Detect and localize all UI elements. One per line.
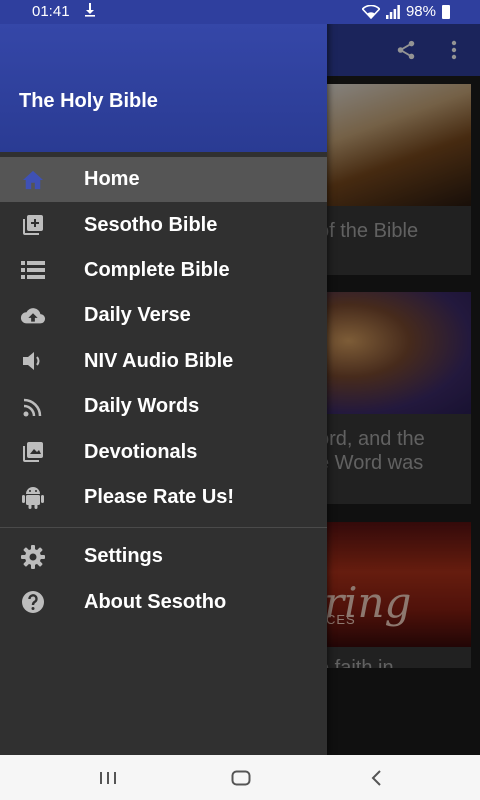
- status-bar: 01:41 98%: [0, 0, 480, 24]
- signal-icon: [385, 4, 400, 19]
- menu-item-daily-words[interactable]: Daily Words: [0, 384, 327, 429]
- library-add-icon: [20, 212, 46, 238]
- navigation-drawer: The Holy Bible Home Sesotho Bible Comple…: [0, 0, 327, 755]
- menu-item-label: Home: [84, 168, 140, 191]
- menu-item-label: NIV Audio Bible: [84, 349, 234, 372]
- recent-apps-icon[interactable]: [93, 767, 123, 789]
- drawer-title: The Holy Bible: [19, 90, 158, 112]
- menu-item-label: Complete Bible: [84, 258, 230, 281]
- menu-item-home[interactable]: Home: [0, 157, 327, 203]
- status-icons: 98%: [361, 3, 450, 20]
- volume-icon: [20, 348, 46, 374]
- system-nav-bar: [0, 755, 480, 800]
- gear-icon: [20, 544, 46, 570]
- menu-item-sesotho-bible[interactable]: Sesotho Bible: [0, 202, 327, 247]
- android-icon: [20, 484, 46, 510]
- menu-item-label: Daily Verse: [84, 304, 191, 327]
- home-icon: [20, 167, 46, 193]
- menu-item-devotionals[interactable]: Devotionals: [0, 429, 327, 474]
- rss-feed-icon: [20, 394, 46, 420]
- menu-item-about[interactable]: About Sesotho: [0, 580, 327, 625]
- menu-divider: [0, 527, 327, 529]
- menu-item-settings[interactable]: Settings: [0, 534, 327, 579]
- cloud-upload-icon: [20, 303, 46, 329]
- menu-item-label: Devotionals: [84, 440, 198, 463]
- menu-item-label: Daily Words: [84, 395, 200, 418]
- help-icon: [20, 589, 46, 615]
- menu-item-label: Settings: [84, 545, 163, 568]
- menu-item-label: About Sesotho: [84, 590, 227, 613]
- drawer-header: The Holy Bible: [0, 24, 327, 152]
- menu-item-complete-bible[interactable]: Complete Bible: [0, 248, 327, 293]
- list-icon: [20, 257, 46, 283]
- home-button-icon[interactable]: [226, 767, 256, 789]
- drawer-menu: Home Sesotho Bible Complete Bible Daily …: [0, 157, 327, 625]
- menu-item-daily-verse[interactable]: Daily Verse: [0, 293, 327, 338]
- wifi-icon: [361, 4, 380, 19]
- collections-icon: [20, 439, 46, 465]
- menu-item-rate-us[interactable]: Please Rate Us!: [0, 475, 327, 520]
- menu-item-label: Please Rate Us!: [84, 485, 235, 508]
- status-time: 01:41: [32, 3, 70, 20]
- back-icon[interactable]: [361, 767, 391, 789]
- menu-item-label: Sesotho Bible: [84, 213, 218, 236]
- battery-icon: [442, 4, 450, 19]
- battery-percent: 98%: [405, 3, 436, 20]
- menu-item-niv-audio-bible[interactable]: NIV Audio Bible: [0, 339, 327, 384]
- download-icon: [84, 3, 96, 21]
